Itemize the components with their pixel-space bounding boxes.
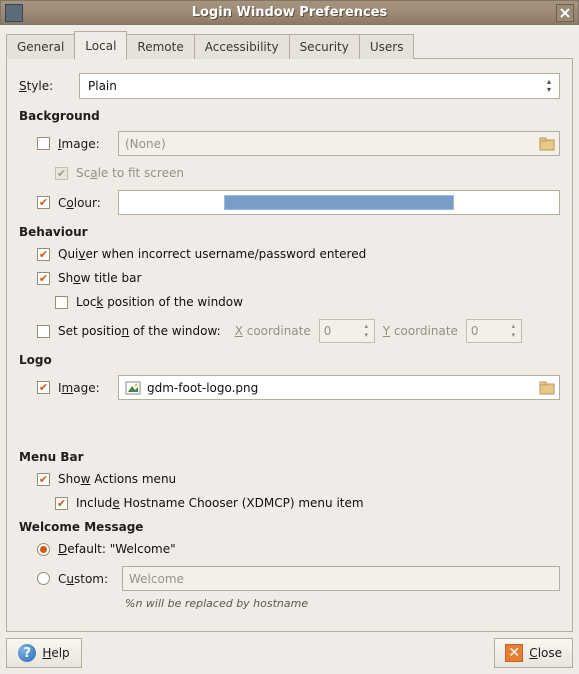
setpos-label: Set position of the window: [58,324,221,338]
actions-checkbox[interactable] [37,473,50,486]
scale-checkbox [55,167,68,180]
tab-remote[interactable]: Remote [126,34,194,59]
tabpanel-local: Style: Plain ▴▾ Background Image: (None) [6,58,573,632]
titlebar-row: Show title bar [19,271,560,285]
background-image-row: Image: (None) [19,131,560,156]
close-x-icon: ✕ [505,644,523,662]
x-value: 0 [324,324,332,338]
setpos-row: Set position of the window: X coordinate… [19,319,560,343]
window-close-button[interactable] [556,4,574,22]
welcome-footnote: %n will be replaced by hostname [125,597,560,610]
y-spinner: 0 ▴▾ [466,319,522,343]
colour-checkbox[interactable] [37,196,50,209]
welcome-default-row: Default: "Welcome" [19,542,560,556]
xdmcp-checkbox[interactable] [55,497,68,510]
quiver-checkbox[interactable] [37,248,50,261]
y-label: Y coordinate [383,324,458,338]
actions-row: Show Actions menu [19,472,560,486]
logo-image-value: gdm-foot-logo.png [147,381,258,395]
spinner-arrows-icon: ▴▾ [508,322,519,340]
tab-accessibility[interactable]: Accessibility [194,34,290,59]
tab-local[interactable]: Local [74,31,127,60]
x-spinner: 0 ▴▾ [319,319,375,343]
welcome-custom-label: Custom: [58,572,114,586]
quiver-row: Quiver when incorrect username/password … [19,247,560,261]
style-row: Style: Plain ▴▾ [19,73,560,99]
colour-label: Colour: [58,196,110,210]
tab-security[interactable]: Security [289,34,360,59]
lock-row: Lock position of the window [19,295,560,309]
titlebar-checkbox[interactable] [37,272,50,285]
behaviour-title: Behaviour [19,225,560,239]
logo-image-row: Image: gdm-foot-logo.png [19,375,560,400]
logo-image-label: Image: [58,381,110,395]
x-label: X coordinate [235,324,311,338]
y-value: 0 [471,324,479,338]
background-image-checkbox[interactable] [37,137,50,150]
browse-icon[interactable] [539,380,555,395]
image-file-icon [125,381,141,395]
setpos-checkbox[interactable] [37,325,50,338]
content-area: General Local Remote Accessibility Secur… [0,25,579,674]
close-button[interactable]: ✕ Close [494,638,573,668]
help-icon: ? [18,644,36,662]
scale-label: Scale to fit screen [76,166,184,180]
colour-swatch [224,195,454,210]
welcome-default-label: Default: "Welcome" [58,542,176,556]
close-icon [560,8,570,18]
style-select[interactable]: Plain ▴▾ [79,73,560,99]
scale-row: Scale to fit screen [19,166,560,180]
quiver-label: Quiver when incorrect username/password … [58,247,366,261]
tab-general[interactable]: General [6,34,75,59]
logo-checkbox[interactable] [37,381,50,394]
spinner-arrows-icon: ▴▾ [361,322,372,340]
window-root: Login Window Preferences General Local R… [0,0,579,674]
logo-title: Logo [19,353,560,367]
actions-label: Show Actions menu [58,472,176,486]
titlebar[interactable]: Login Window Preferences [0,0,579,25]
logo-image-input[interactable]: gdm-foot-logo.png [118,375,560,400]
background-image-input[interactable]: (None) [118,131,560,156]
welcome-title: Welcome Message [19,520,560,534]
help-button-label: Help [42,646,69,660]
welcome-custom-input[interactable]: Welcome [122,566,560,591]
tabstrip: General Local Remote Accessibility Secur… [6,31,573,59]
tab-users[interactable]: Users [359,34,415,59]
lock-label: Lock position of the window [76,295,243,309]
window-menu-icon[interactable] [5,4,23,22]
menubar-title: Menu Bar [19,450,560,464]
help-button[interactable]: ? Help [6,638,82,668]
button-bar: ? Help ✕ Close [6,632,573,668]
close-button-label: Close [529,646,562,660]
welcome-custom-row: Custom: Welcome [19,566,560,591]
xdmcp-row: Include Hostname Chooser (XDMCP) menu it… [19,496,560,510]
browse-icon[interactable] [539,136,555,151]
style-value: Plain [88,79,117,93]
welcome-custom-placeholder: Welcome [129,572,184,586]
window-title: Login Window Preferences [23,5,556,20]
background-title: Background [19,109,560,123]
welcome-custom-radio[interactable] [37,572,50,585]
colour-row: Colour: [19,190,560,215]
style-label: Style: [19,79,71,93]
background-image-label: Image: [58,137,110,151]
lock-checkbox[interactable] [55,296,68,309]
select-arrows-icon: ▴▾ [543,77,555,95]
colour-button[interactable] [118,190,560,215]
welcome-default-radio[interactable] [37,543,50,556]
background-image-placeholder: (None) [125,137,166,151]
xdmcp-label: Include Hostname Chooser (XDMCP) menu it… [76,496,364,510]
titlebar-label: Show title bar [58,271,141,285]
